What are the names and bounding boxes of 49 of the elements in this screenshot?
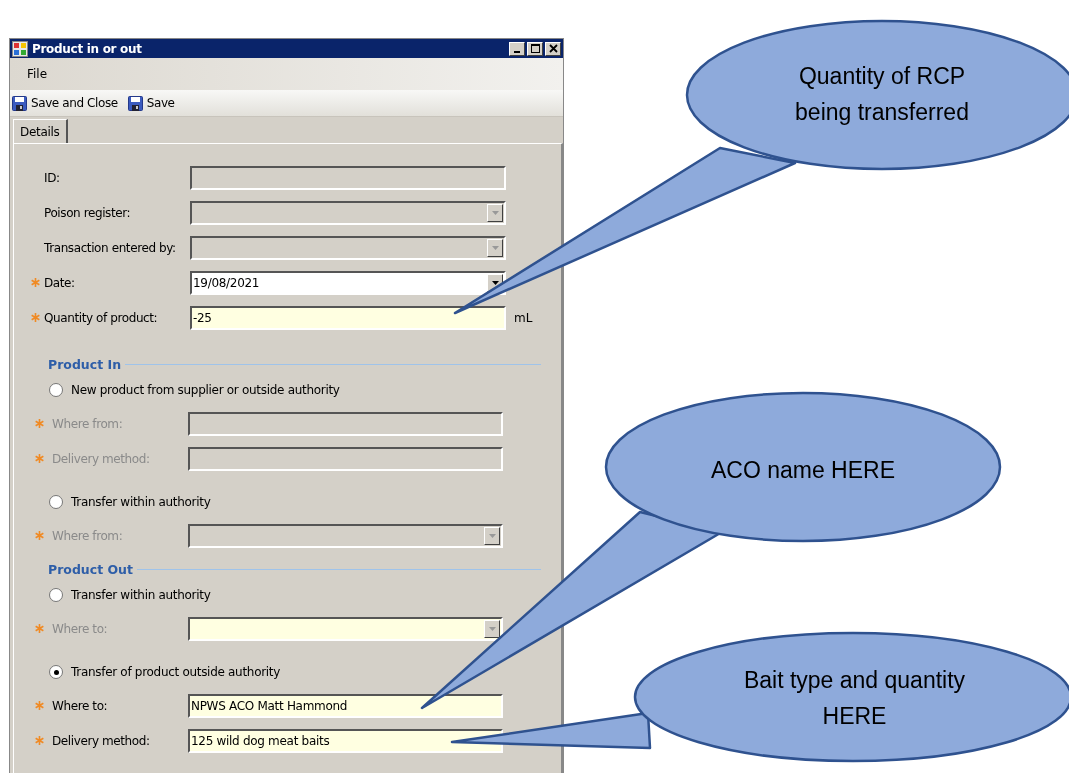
radio-button[interactable]	[49, 495, 63, 509]
section-heading: Product Out	[48, 561, 133, 577]
minimize-button[interactable]	[509, 41, 525, 56]
dropdown-arrow-icon	[488, 626, 496, 631]
callout-text: ACO name HERE	[709, 456, 897, 485]
radio-label: Transfer within authority	[71, 495, 211, 509]
field-label: Where from:	[52, 416, 124, 431]
radio-label: Transfer within authority	[71, 588, 211, 602]
field-label: Date:	[44, 275, 76, 290]
app-icon	[12, 40, 28, 57]
radio-label: New product from supplier or outside authority	[71, 383, 340, 397]
dropdown-arrow-icon	[491, 210, 499, 215]
field-label: Poison register:	[44, 205, 132, 220]
minimize-icon	[514, 50, 520, 53]
toolbar-button[interactable]: Save and Close	[10, 95, 120, 111]
unit-label: mL	[514, 310, 533, 325]
menu-item[interactable]: File	[20, 65, 55, 83]
dropdown-field[interactable]	[190, 235, 506, 260]
maximize-button[interactable]	[527, 41, 543, 56]
field-label: Delivery method:	[52, 451, 151, 466]
close-button[interactable]	[545, 41, 561, 56]
section-heading: Product In	[48, 356, 122, 372]
radio-button[interactable]	[49, 588, 63, 602]
toolbar-button[interactable]: Save	[125, 95, 177, 111]
field-label: Where from:	[52, 528, 124, 543]
field-label: Quantity of product:	[44, 310, 159, 325]
field-label: ID:	[44, 170, 61, 185]
dropdown-field[interactable]	[190, 200, 506, 225]
input-field[interactable]: -25	[190, 305, 506, 330]
input-field[interactable]: 125 wild dog meat baits	[188, 728, 503, 753]
radio-button[interactable]	[49, 383, 63, 397]
dropdown-arrow-icon	[488, 533, 496, 538]
callout-text: Quantity of RCP being transferred	[794, 62, 970, 127]
field-label: Where to:	[52, 698, 109, 713]
dropdown-field[interactable]: 19/08/2021	[190, 270, 506, 295]
radio-label: Transfer of product outside authority	[71, 665, 281, 679]
close-icon	[548, 44, 558, 53]
input-field[interactable]: NPWS ACO Matt Hammond	[188, 693, 503, 718]
tab[interactable]: Details	[13, 119, 68, 143]
input-field[interactable]	[190, 165, 506, 190]
window-title: Product in or out	[32, 41, 142, 56]
field-label: Transaction entered by:	[44, 240, 177, 255]
callout-text: Bait type and quantity HERE	[742, 666, 967, 731]
field-label: Delivery method:	[52, 733, 151, 748]
maximize-icon	[530, 44, 540, 53]
dropdown-arrow-icon	[491, 280, 499, 285]
dropdown-arrow-icon	[491, 245, 499, 250]
field-label: Where to:	[52, 621, 109, 636]
radio-button[interactable]	[49, 665, 63, 679]
